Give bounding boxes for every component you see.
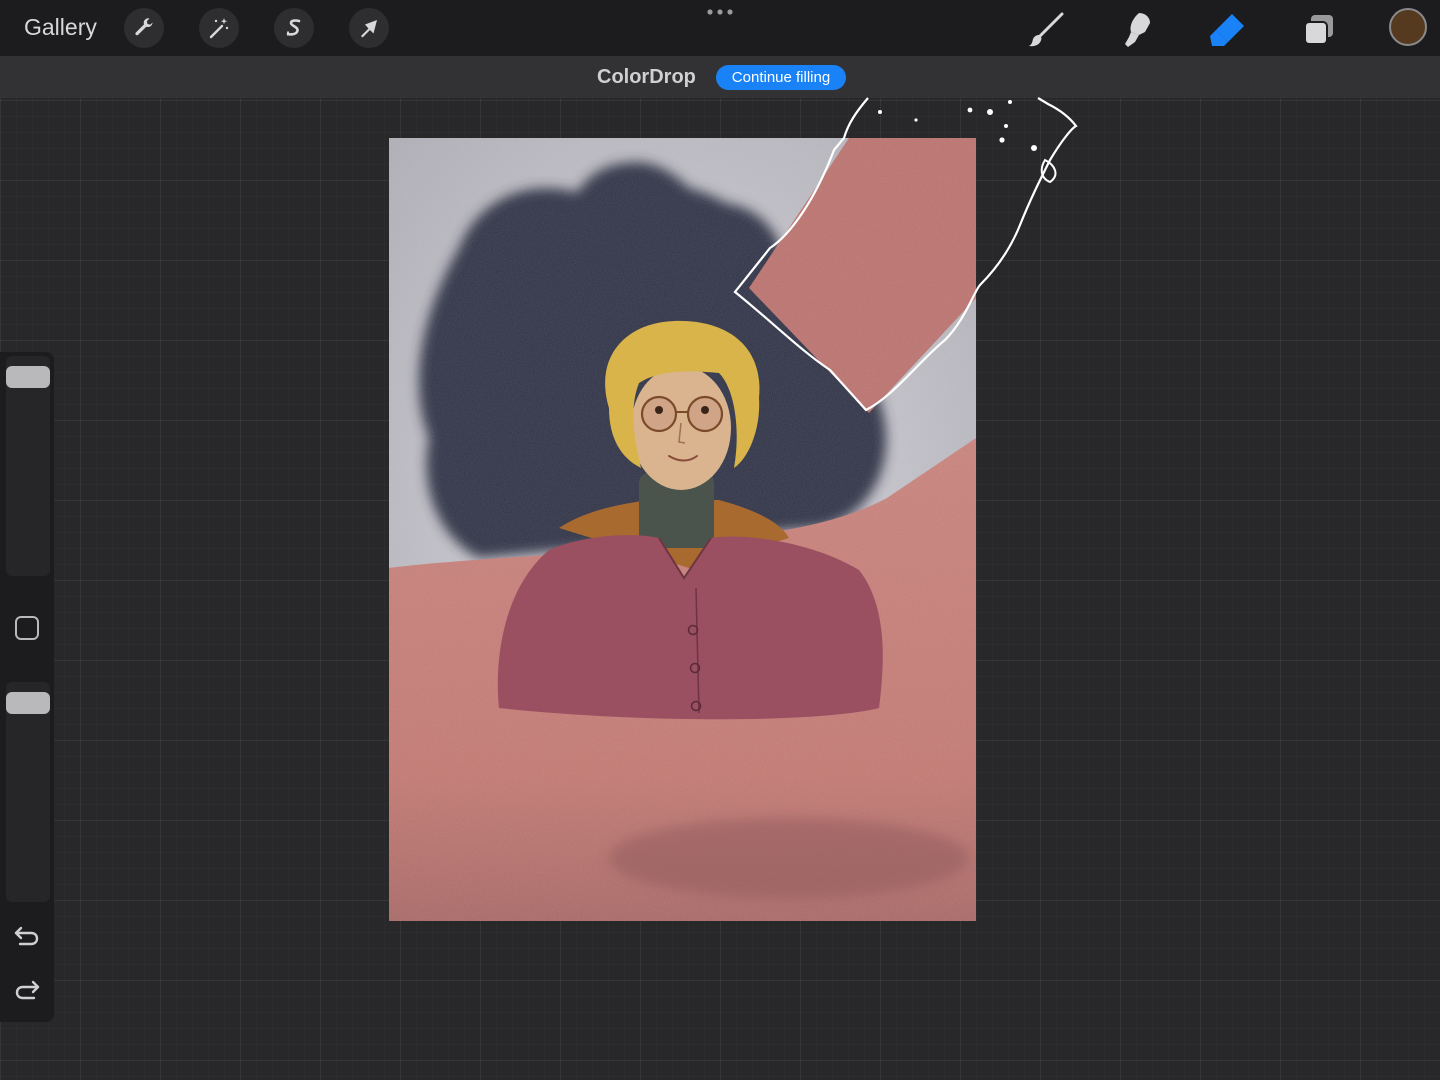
shadow-smudge bbox=[609, 818, 969, 898]
left-sidebar bbox=[0, 352, 54, 1022]
top-toolbar: Gallery bbox=[0, 0, 1440, 56]
colordrop-title: ColorDrop bbox=[597, 66, 696, 88]
redo-icon[interactable] bbox=[12, 974, 42, 1004]
eraser-icon bbox=[1210, 14, 1244, 46]
adjustments-button[interactable] bbox=[199, 8, 239, 48]
smudge-tool-button[interactable] bbox=[1115, 8, 1159, 52]
ellipsis-icon[interactable] bbox=[702, 2, 738, 22]
brush-size-slider[interactable] bbox=[6, 356, 50, 576]
color-picker-button[interactable] bbox=[1389, 8, 1427, 46]
smudge-icon bbox=[1125, 13, 1150, 47]
selection-s-icon bbox=[286, 19, 301, 36]
square-icon[interactable] bbox=[15, 616, 39, 640]
continue-filling-button[interactable]: Continue filling bbox=[716, 65, 846, 90]
arrow-cursor-icon bbox=[361, 20, 377, 38]
magic-wand-icon bbox=[209, 18, 229, 39]
brush-size-thumb[interactable] bbox=[6, 365, 50, 388]
artwork-canvas[interactable] bbox=[389, 138, 976, 921]
layers-icon bbox=[1304, 15, 1333, 45]
gallery-button[interactable]: Gallery bbox=[24, 14, 97, 41]
actions-button[interactable] bbox=[124, 8, 164, 48]
transform-button[interactable] bbox=[349, 8, 389, 48]
selection-button[interactable] bbox=[274, 8, 314, 48]
eraser-tool-button[interactable] bbox=[1205, 8, 1249, 52]
colordrop-banner: ColorDrop Continue filling bbox=[0, 56, 1440, 98]
brush-tool-button[interactable] bbox=[1024, 8, 1068, 52]
brush-icon bbox=[1029, 12, 1064, 47]
opacity-thumb[interactable] bbox=[6, 691, 50, 714]
portrait-illustration bbox=[389, 138, 976, 921]
procreate-app: Gallery ColorDrop Continue filling bbox=[0, 0, 1440, 1080]
opacity-slider[interactable] bbox=[6, 682, 50, 902]
layers-button[interactable] bbox=[1296, 8, 1340, 52]
undo-icon[interactable] bbox=[12, 920, 42, 950]
wrench-icon bbox=[135, 18, 153, 36]
